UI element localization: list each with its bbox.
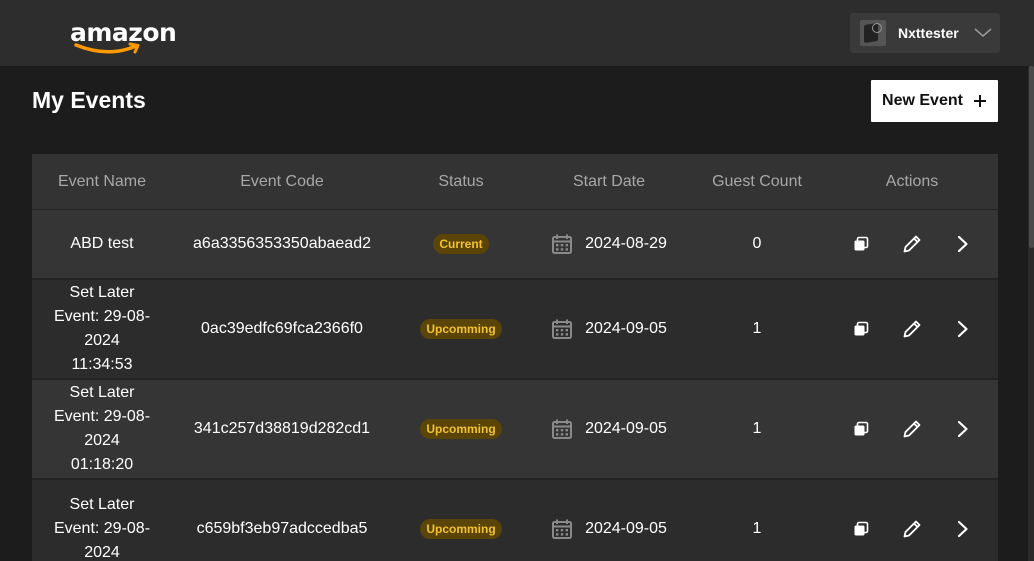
status-cell: Current: [392, 234, 530, 254]
start-date-cell: 2024-09-05: [530, 518, 688, 540]
copy-button[interactable]: [850, 418, 872, 440]
event-name-line: 2024: [84, 332, 120, 349]
edit-button[interactable]: [901, 318, 923, 340]
new-event-button[interactable]: New Event: [871, 80, 998, 122]
plus-icon: [973, 95, 986, 107]
calendar-icon: [552, 234, 573, 254]
event-code: 341c257d38819d282cd1: [193, 420, 371, 437]
event-name-cell: Set Later Event: 29-08- 2024 11:34:53: [32, 281, 172, 377]
pencil-icon: [903, 420, 921, 438]
chevron-right-icon: [957, 235, 968, 253]
edit-button[interactable]: [901, 233, 923, 255]
edit-button[interactable]: [901, 518, 923, 540]
event-name-cell: Set Later Event: 29-08- 2024: [32, 493, 172, 561]
event-name-line: 2024: [84, 432, 120, 449]
column-header-start-date: Start Date: [572, 172, 646, 190]
column-header-guest-count: Guest Count: [712, 172, 802, 190]
guest-count: 0: [752, 235, 762, 252]
user-menu[interactable]: Nxttester: [850, 13, 1000, 53]
new-event-label: New Event: [882, 92, 963, 109]
status-badge: Upcomming: [420, 419, 502, 439]
table-row[interactable]: Set Later Event: 29-08- 2024 01:18:20 341c25…: [32, 380, 998, 480]
event-name-cell: ABD test: [32, 232, 172, 256]
event-name-line: 01:18:20: [70, 456, 134, 473]
actions-cell: [826, 418, 998, 440]
event-name-line: Event: 29-08-: [53, 408, 151, 425]
open-event-button[interactable]: [952, 233, 974, 255]
actions-cell: [826, 233, 998, 255]
amazon-logo[interactable]: amazon: [70, 18, 177, 58]
event-name-line: ABD test: [70, 235, 134, 252]
guest-count: 1: [752, 420, 762, 437]
events-table: Event Name Event Code Status Start Date …: [32, 154, 998, 561]
page-title: My Events: [32, 87, 146, 113]
column-header-status: Status: [438, 172, 484, 190]
guest-count: 1: [752, 520, 762, 537]
pencil-icon: [903, 320, 921, 338]
column-header-event-name: Event Name: [57, 172, 147, 190]
chevron-right-icon: [957, 320, 968, 338]
start-date: 2024-08-29: [585, 235, 667, 252]
start-date: 2024-09-05: [585, 320, 667, 337]
chevron-down-icon: [974, 28, 992, 37]
open-event-button[interactable]: [952, 318, 974, 340]
copy-icon: [854, 236, 869, 251]
start-date-cell: 2024-09-05: [530, 418, 688, 440]
guest-count: 1: [752, 320, 762, 337]
actions-cell: [826, 518, 998, 540]
column-header-actions: Actions: [885, 172, 939, 190]
start-date-cell: 2024-08-29: [530, 233, 688, 255]
pencil-icon: [903, 235, 921, 253]
pencil-icon: [903, 520, 921, 538]
event-name-line: Set Later: [69, 384, 135, 401]
event-code: c659bf3eb97adccedba5: [196, 520, 368, 537]
start-date: 2024-09-05: [585, 420, 667, 437]
event-name-cell: Set Later Event: 29-08- 2024 01:18:20: [32, 381, 172, 477]
column-header-event-code: Event Code: [240, 172, 324, 190]
open-event-button[interactable]: [952, 418, 974, 440]
copy-button[interactable]: [850, 233, 872, 255]
event-name-line: Event: 29-08-: [53, 308, 151, 325]
copy-button[interactable]: [850, 518, 872, 540]
chevron-right-icon: [957, 520, 968, 538]
event-name-line: 11:34:53: [71, 356, 133, 373]
event-name-line: Set Later: [69, 284, 135, 301]
copy-icon: [854, 321, 869, 336]
copy-icon: [854, 421, 869, 436]
start-date-cell: 2024-09-05: [530, 318, 688, 340]
event-name-line: Set Later: [69, 496, 135, 513]
status-badge: Upcomming: [420, 519, 502, 539]
open-event-button[interactable]: [952, 518, 974, 540]
status-cell: Upcomming: [392, 319, 530, 339]
copy-button[interactable]: [850, 318, 872, 340]
event-name-line: 2024: [84, 544, 120, 561]
calendar-icon: [552, 519, 573, 539]
top-bar: amazon Nxttester: [0, 0, 1034, 66]
actions-cell: [826, 318, 998, 340]
status-cell: Upcomming: [392, 419, 530, 439]
table-row[interactable]: Set Later Event: 29-08- 2024 11:34:53 0ac39e…: [32, 280, 998, 380]
start-date: 2024-09-05: [585, 520, 667, 537]
avatar: [860, 20, 886, 46]
event-code: a6a3356353350abaead2: [193, 235, 371, 252]
scrollbar[interactable]: [1028, 66, 1034, 561]
table-body: ABD test a6a3356353350abaead2 Current 2024-…: [32, 210, 998, 561]
username: Nxttester: [898, 25, 959, 41]
calendar-icon: [552, 419, 573, 439]
logo-smile-icon: [74, 42, 140, 54]
scrollbar-thumb[interactable]: [1029, 66, 1034, 248]
edit-button[interactable]: [901, 418, 923, 440]
calendar-icon: [552, 319, 573, 339]
status-badge: Upcomming: [420, 319, 502, 339]
table-header: Event Name Event Code Status Start Date …: [32, 154, 998, 210]
status-cell: Upcomming: [392, 519, 530, 539]
status-badge: Current: [433, 234, 489, 254]
table-row[interactable]: ABD test a6a3356353350abaead2 Current 2024-…: [32, 210, 998, 280]
event-code: 0ac39edfc69fca2366f0: [201, 320, 363, 337]
table-row[interactable]: Set Later Event: 29-08- 2024 c659bf3eb97adc…: [32, 480, 998, 561]
copy-icon: [854, 521, 869, 536]
chevron-right-icon: [957, 420, 968, 438]
event-name-line: Event: 29-08-: [53, 520, 151, 537]
